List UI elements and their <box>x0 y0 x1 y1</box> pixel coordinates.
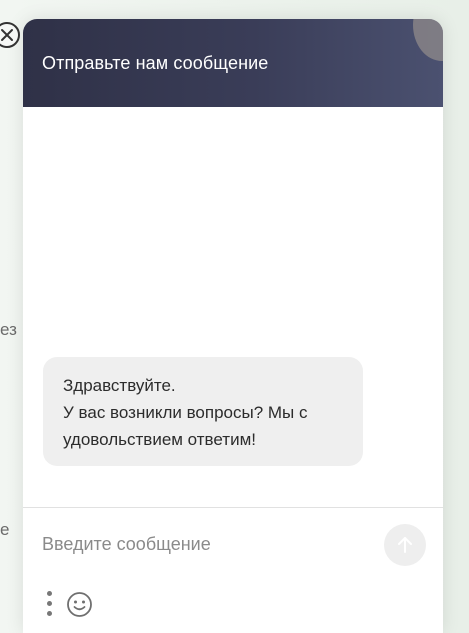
send-button[interactable] <box>384 524 426 566</box>
close-icon <box>1 29 13 41</box>
message-line: удовольствием ответим! <box>63 430 256 449</box>
message-input[interactable] <box>42 528 372 560</box>
header-decoration <box>413 19 443 61</box>
message-line: Здравствуйте. <box>63 376 176 395</box>
chat-header: Отправьте нам сообщение <box>23 19 443 107</box>
chat-widget: Отправьте нам сообщение Здравствуйте. У … <box>23 19 443 633</box>
message-bubble: Здравствуйте. У вас возникли вопросы? Мы… <box>43 357 363 466</box>
vertical-dots-icon <box>47 611 52 616</box>
close-chat-button[interactable] <box>0 22 20 48</box>
vertical-dots-icon <box>47 601 52 606</box>
arrow-up-icon <box>398 537 412 553</box>
page: ез е Отправьте нам сообщение Здравствуйт… <box>0 0 469 633</box>
chat-title: Отправьте нам сообщение <box>42 53 269 73</box>
message-line: У вас возникли вопросы? Мы с <box>63 403 308 422</box>
message-composer <box>23 507 443 633</box>
emoji-button[interactable] <box>66 591 93 618</box>
more-options-button[interactable] <box>45 591 53 617</box>
background-text-fragment: ез <box>0 320 17 339</box>
background-text-fragment: е <box>0 520 10 539</box>
vertical-dots-icon <box>47 591 52 596</box>
smiley-icon <box>67 592 92 617</box>
message-list: Здравствуйте. У вас возникли вопросы? Мы… <box>23 107 443 507</box>
